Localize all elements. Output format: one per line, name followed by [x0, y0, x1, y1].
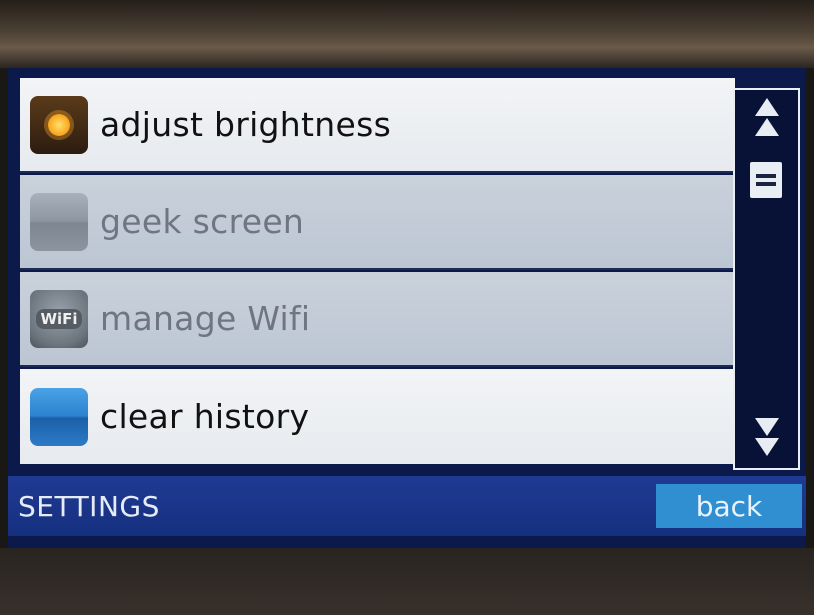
list-item-geek-screen[interactable]: geek screen [20, 175, 735, 270]
back-button[interactable]: back [656, 484, 802, 528]
list-item-label: manage Wifi [100, 299, 311, 338]
list-item-label: adjust brightness [100, 105, 392, 144]
scrollbar[interactable] [733, 88, 800, 470]
double-chevron-up-icon [754, 98, 779, 116]
list-item-clear-history[interactable]: clear history [20, 369, 735, 464]
settings-list: adjust brightness geek screen WiFi manag… [20, 78, 735, 478]
list-item-manage-wifi[interactable]: WiFi manage Wifi [20, 272, 735, 367]
device-screen: adjust brightness geek screen WiFi manag… [8, 68, 806, 548]
device-bezel-bottom [0, 548, 814, 615]
list-item-adjust-brightness[interactable]: adjust brightness [20, 78, 735, 173]
chevron-up-icon [754, 118, 779, 136]
square-icon [30, 192, 88, 251]
device-bezel-top [0, 0, 814, 68]
scroll-down-button[interactable] [735, 398, 798, 468]
page-title: SETTINGS [18, 490, 160, 523]
double-chevron-down-icon [754, 418, 779, 436]
footer-bar: SETTINGS back [8, 476, 806, 536]
list-item-label: clear history [100, 397, 310, 436]
scrollbar-thumb[interactable] [750, 162, 782, 198]
square-icon [30, 387, 88, 446]
device-photo: adjust brightness geek screen WiFi manag… [0, 0, 814, 615]
wifi-icon: WiFi [30, 289, 88, 348]
scroll-up-button[interactable] [735, 90, 798, 160]
list-item-label: geek screen [100, 202, 305, 241]
chevron-down-icon [754, 438, 779, 456]
sun-icon [30, 95, 88, 154]
